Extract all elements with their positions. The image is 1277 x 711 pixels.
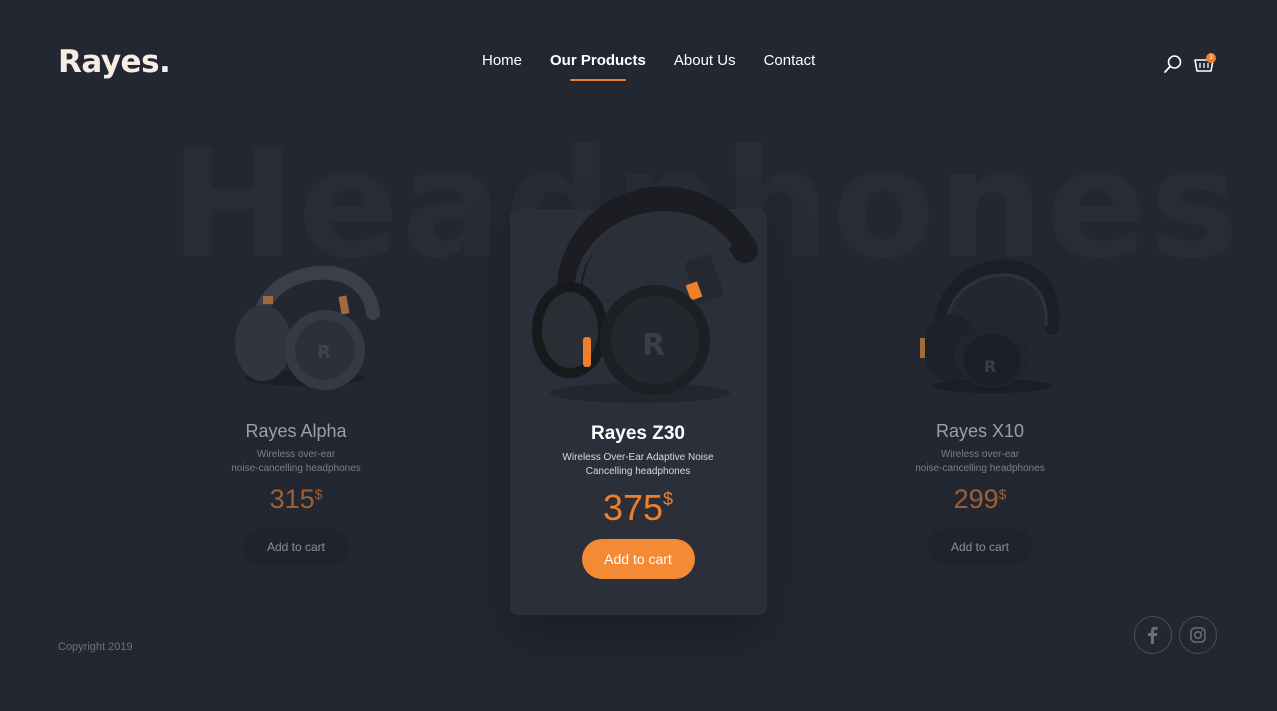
add-to-cart-button[interactable]: Add to cart [581,539,695,579]
headphones-x10-image: R [920,259,1060,393]
product-price: 299$ [880,484,1080,515]
product-name: Rayes Z30 [590,423,685,444]
copyright-text: Copyright 2019 [58,641,133,653]
nav-contact[interactable]: Contact [764,52,816,69]
price-value: 299 [953,484,999,514]
instagram-button[interactable] [1179,616,1217,654]
product-desc-line2: noise-cancelling headphones [231,463,361,474]
search-icon [1164,55,1182,73]
brand-logo[interactable]: Rayes. [58,44,171,80]
product-description: Wireless Over-Ear Adaptive Noise Cancell… [538,451,738,479]
product-card-z30: Rayes Z30 Wireless Over-Ear Adaptive Noi… [538,423,738,579]
add-to-cart-button[interactable]: Add to cart [243,529,349,565]
nav-about-us[interactable]: About Us [674,52,736,69]
product-desc-line2: Cancelling headphones [585,466,691,477]
main-nav: Home Our Products About Us Contact [482,52,816,81]
svg-text:R: R [984,357,996,376]
product-price: 315$ [196,484,396,515]
price-currency: $ [998,486,1007,502]
product-desc-line1: Wireless Over-Ear Adaptive Noise [562,452,714,463]
cart-button[interactable]: 3 [1193,52,1219,76]
product-description: Wireless over-ear noise-cancelling headp… [196,448,396,476]
price-value: 375 [602,487,664,528]
product-card-x10: Rayes X10 Wireless over-ear noise-cancel… [880,421,1080,565]
product-price: 375$ [538,487,738,529]
facebook-button[interactable] [1134,616,1172,654]
search-button[interactable] [1162,53,1184,75]
cart-count-badge: 3 [1206,53,1216,63]
price-currency: $ [314,486,323,502]
instagram-icon [1190,627,1206,643]
product-desc-line1: Wireless over-ear [256,449,336,460]
svg-text:R: R [642,328,665,363]
nav-our-products[interactable]: Our Products [550,52,646,81]
nav-home[interactable]: Home [482,52,522,69]
svg-text:R: R [317,342,331,363]
product-name: Rayes Alpha [245,421,347,441]
add-to-cart-button[interactable]: Add to cart [927,529,1033,565]
product-name: Rayes X10 [935,421,1025,441]
headphones-alpha-image: R [235,265,380,390]
facebook-icon [1148,626,1158,644]
product-desc-line2: noise-cancelling headphones [915,463,1045,474]
product-description: Wireless over-ear noise-cancelling headp… [880,448,1080,476]
price-currency: $ [663,489,674,509]
product-desc-line1: Wireless over-ear [940,449,1020,460]
headphones-z30-image: R [532,186,758,403]
price-value: 315 [269,484,315,514]
product-card-alpha: Rayes Alpha Wireless over-ear noise-canc… [196,421,396,565]
